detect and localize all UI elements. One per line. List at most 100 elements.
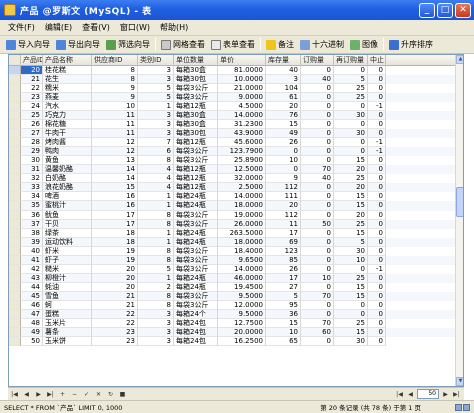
table-cell[interactable]: 每箱30包 [174, 75, 218, 85]
table-cell[interactable]: 27 [21, 129, 43, 139]
table-row[interactable]: 48 玉米片 22 3 每箱24包 12.7500 15 70 25 0 [9, 318, 455, 328]
table-cell[interactable]: 0 [301, 228, 334, 238]
table-row[interactable]: 37 干贝 17 8 每袋3公斤 26.0000 11 50 25 0 [9, 219, 455, 229]
table-cell[interactable]: 10.0000 [218, 75, 266, 85]
table-cell[interactable]: 8 [138, 246, 174, 256]
table-cell[interactable]: 0 [368, 66, 386, 76]
table-cell[interactable]: 20 [334, 165, 368, 175]
table-cell[interactable]: 每箱24包 [174, 327, 218, 337]
table-cell[interactable]: 汽水 [43, 102, 92, 112]
apply-changes-icon[interactable]: ✓ [82, 390, 91, 399]
table-cell[interactable]: 15 [334, 327, 368, 337]
export-wizard-button[interactable]: 导出向导 [53, 37, 103, 52]
table-cell[interactable]: 3 [138, 309, 174, 319]
table-row[interactable]: 42 糙米 20 5 每袋3公斤 14.0000 26 0 0 -1 [9, 264, 455, 274]
table-cell[interactable]: 9 [266, 174, 301, 184]
refresh-icon[interactable]: ↻ [106, 390, 115, 399]
image-button[interactable]: 图像 [347, 37, 381, 52]
menu-file[interactable]: 文件(F) [4, 21, 39, 35]
table-cell[interactable]: 每袋3公斤 [174, 84, 218, 94]
table-cell[interactable]: 0 [301, 246, 334, 256]
table-cell[interactable]: 14.0000 [218, 192, 266, 202]
table-cell[interactable]: 20 [334, 210, 368, 220]
table-cell[interactable]: 每箱30盒 [174, 66, 218, 76]
table-cell[interactable]: 7 [138, 138, 174, 148]
table-cell[interactable]: 0 [368, 111, 386, 121]
table-cell[interactable]: 20 [334, 183, 368, 193]
table-cell[interactable]: 27 [266, 282, 301, 292]
table-cell[interactable]: 0 [368, 165, 386, 175]
table-row[interactable]: 50 玉米饼 23 3 每箱24包 16.2500 65 0 30 0 [9, 336, 455, 346]
table-cell[interactable]: 每袋3公斤 [174, 264, 218, 274]
table-cell[interactable]: 鱿鱼 [43, 210, 92, 220]
table-cell[interactable]: 20 [21, 66, 43, 76]
table-cell[interactable]: 0 [368, 210, 386, 220]
table-cell[interactable]: 0 [368, 282, 386, 292]
row-indicator[interactable] [9, 84, 21, 94]
table-cell[interactable]: 0 [368, 93, 386, 103]
table-cell[interactable]: 25 [334, 93, 368, 103]
table-cell[interactable]: 50 [301, 219, 334, 229]
table-cell[interactable]: 21.0000 [218, 84, 266, 94]
table-cell[interactable]: 20 [92, 264, 138, 274]
first-page-icon[interactable]: |◀ [395, 390, 404, 399]
table-cell[interactable]: 40 [301, 75, 334, 85]
table-cell[interactable]: 5 [138, 84, 174, 94]
table-row[interactable]: 30 黄鱼 13 8 每袋3公斤 25.8900 10 0 15 0 [9, 156, 455, 166]
table-cell[interactable]: 0 [368, 327, 386, 337]
table-cell[interactable]: 22 [21, 84, 43, 94]
row-indicator[interactable] [9, 102, 21, 112]
table-cell[interactable]: 干贝 [43, 219, 92, 229]
table-cell[interactable]: 36 [266, 309, 301, 319]
previous-page-icon[interactable]: ◀ [406, 390, 415, 399]
table-cell[interactable]: 11 [266, 219, 301, 229]
table-cell[interactable]: 29 [21, 147, 43, 157]
table-cell[interactable]: 烤肉酱 [43, 138, 92, 148]
table-cell[interactable]: -1 [368, 147, 386, 157]
table-cell[interactable]: 0 [301, 264, 334, 274]
table-cell[interactable]: 30 [334, 246, 368, 256]
table-cell[interactable]: 25 [21, 111, 43, 121]
row-indicator[interactable] [9, 156, 21, 166]
table-cell[interactable]: 每箱24个 [174, 309, 218, 319]
table-cell[interactable]: 15 [334, 282, 368, 292]
table-cell[interactable]: 20 [266, 201, 301, 211]
column-header-product-name[interactable]: 产品名称 [43, 55, 92, 65]
row-indicator[interactable] [9, 264, 21, 274]
table-cell[interactable]: 15 [334, 156, 368, 166]
table-cell[interactable]: 每箱12瓶 [174, 138, 218, 148]
table-cell[interactable]: 每袋3公斤 [174, 291, 218, 301]
column-header-unit-price[interactable]: 单价 [218, 55, 266, 65]
table-cell[interactable]: 4 [138, 165, 174, 175]
table-cell[interactable]: 每袋3公斤 [174, 300, 218, 310]
table-cell[interactable]: 0 [368, 300, 386, 310]
table-cell[interactable]: 0 [368, 246, 386, 256]
scroll-down-arrow-icon[interactable]: ▼ [456, 377, 463, 386]
table-cell[interactable]: 20 [266, 102, 301, 112]
row-indicator[interactable] [9, 120, 21, 130]
row-indicator[interactable] [9, 192, 21, 202]
table-cell[interactable]: 糯米 [43, 84, 92, 94]
table-row[interactable]: 38 绿茶 18 1 每箱24瓶 263.5000 17 0 15 0 [9, 228, 455, 238]
table-cell[interactable]: 温馨奶酪 [43, 165, 92, 175]
table-cell[interactable]: 0 [368, 318, 386, 328]
table-cell[interactable]: 263.5000 [218, 228, 266, 238]
table-cell[interactable]: 39 [21, 237, 43, 247]
table-cell[interactable]: 每箱12瓶 [174, 174, 218, 184]
table-cell[interactable]: 啤酒 [43, 192, 92, 202]
table-cell[interactable]: 1 [138, 237, 174, 247]
table-row[interactable]: 28 烤肉酱 12 7 每箱12瓶 45.6000 26 0 0 -1 [9, 138, 455, 148]
table-cell[interactable]: 43 [21, 273, 43, 283]
table-cell[interactable]: 4 [138, 174, 174, 184]
table-cell[interactable]: 3 [138, 336, 174, 346]
table-cell[interactable]: 花生 [43, 75, 92, 85]
table-cell[interactable]: 每箱30盒 [174, 120, 218, 130]
table-cell[interactable]: 9 [92, 93, 138, 103]
filter-wizard-button[interactable]: 筛选向导 [103, 37, 153, 52]
table-cell[interactable]: 玉米片 [43, 318, 92, 328]
row-indicator[interactable] [9, 201, 21, 211]
table-cell[interactable]: 每箱24瓶 [174, 273, 218, 283]
table-cell[interactable]: 3 [138, 66, 174, 76]
table-cell[interactable]: 21 [21, 75, 43, 85]
table-cell[interactable]: 18 [92, 237, 138, 247]
